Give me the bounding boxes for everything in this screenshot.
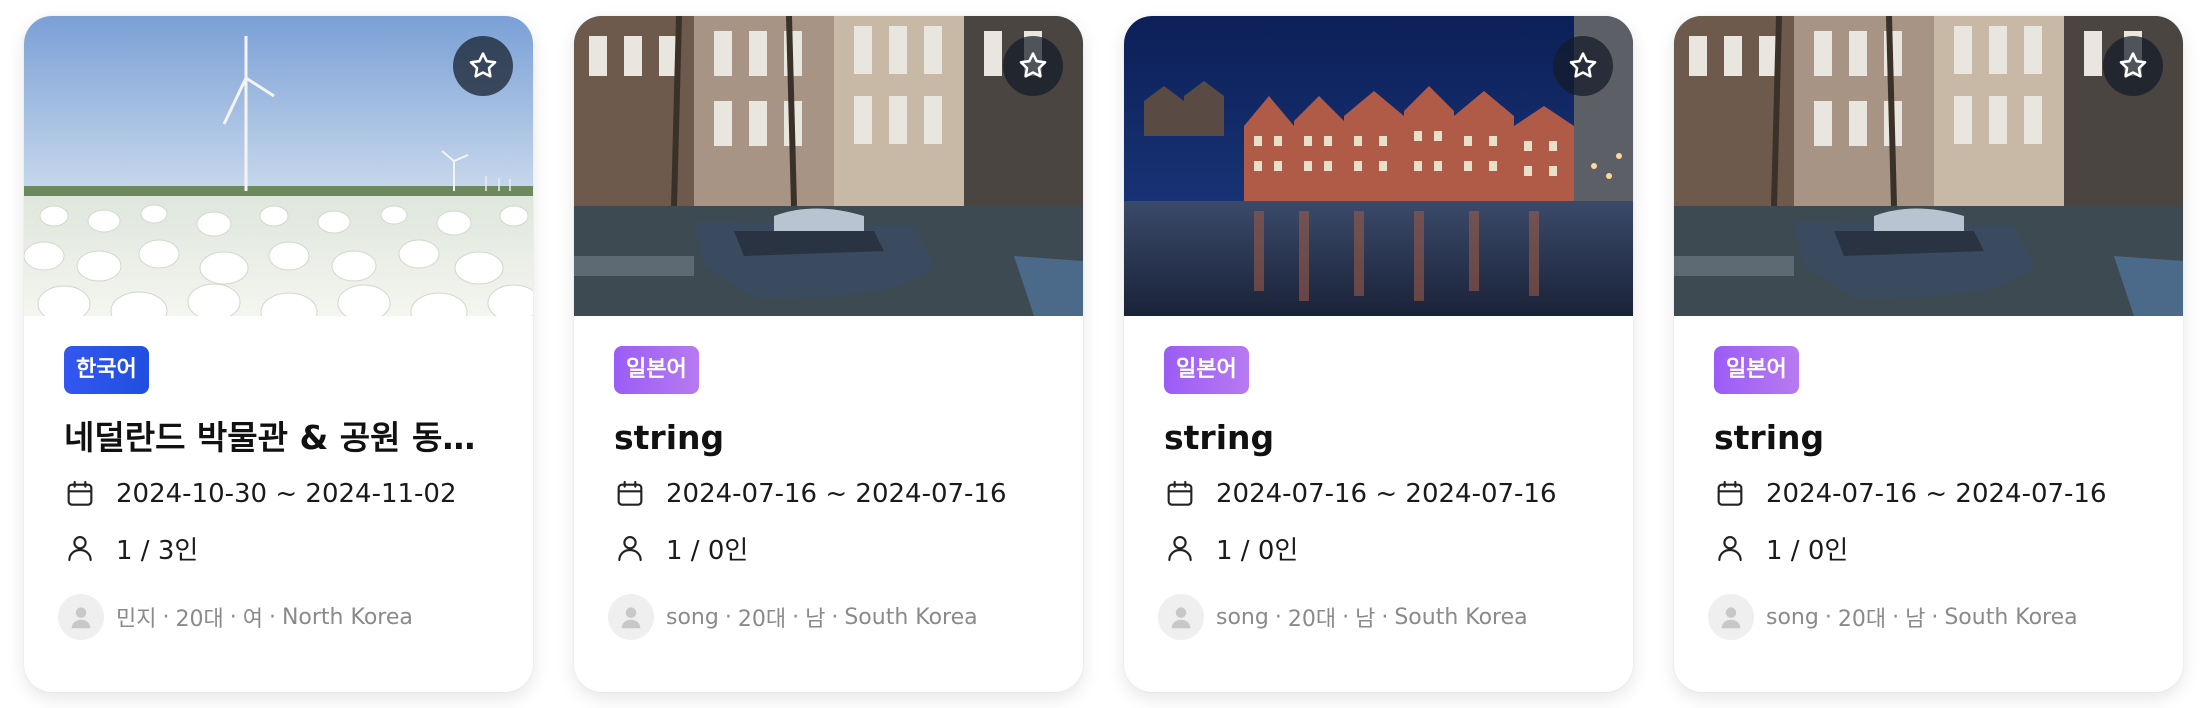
user-avatar-icon <box>1708 594 1754 640</box>
card-title: string <box>614 418 725 457</box>
host-country: North Korea <box>281 604 413 630</box>
card-title: string <box>1164 418 1275 457</box>
host-country: South Korea <box>844 604 978 630</box>
favorite-button[interactable] <box>453 36 513 96</box>
card-body: 일본어 string 2024-07-16 ~ 2024-07-16 1 / 0… <box>1674 316 2183 640</box>
person-icon <box>1164 532 1196 564</box>
date-row: 2024-07-16 ~ 2024-07-16 <box>1164 474 1593 514</box>
language-badge: 일본어 <box>1164 346 1249 394</box>
host-age: 20대 <box>737 607 787 632</box>
card-image <box>1674 16 2183 316</box>
star-icon <box>469 52 497 78</box>
participants-row: 1 / 0인 <box>1714 528 2143 568</box>
accompany-card[interactable]: 일본어 string 2024-07-16 ~ 2024-07-16 1 / 0… <box>574 16 1083 692</box>
accompany-card[interactable]: 일본어 string 2024-07-16 ~ 2024-07-16 1 / 0… <box>1674 16 2183 692</box>
card-image <box>574 16 1083 316</box>
card-body: 일본어 string 2024-07-16 ~ 2024-07-16 1 / 0… <box>1124 316 1633 640</box>
host-age: 20대 <box>175 607 224 632</box>
host-country: South Korea <box>1394 604 1528 630</box>
accompany-card[interactable]: 한국어 네덜란드 박물관 & 공원 동행 구해요 2024-10-30 ~ 20… <box>24 16 533 692</box>
host-country: South Korea <box>1944 604 2078 630</box>
date-range: 2024-10-30 ~ 2024-11-02 <box>116 479 457 509</box>
calendar-icon <box>614 478 646 510</box>
card-title: string <box>1714 418 1825 457</box>
host-age: 20대 <box>1287 607 1337 632</box>
calendar-icon <box>1164 478 1196 510</box>
host-gender: 남 <box>1905 607 1926 632</box>
host-info: 민지 · 20대 · 여 · North Korea <box>58 594 493 640</box>
card-image <box>1124 16 1633 316</box>
star-icon <box>1019 52 1047 78</box>
accompany-card[interactable]: 일본어 string 2024-07-16 ~ 2024-07-16 1 / 0… <box>1124 16 1633 692</box>
user-avatar-icon <box>608 594 654 640</box>
participants-row: 1 / 0인 <box>1164 528 1593 568</box>
host-name: song <box>666 604 719 630</box>
card-image <box>24 16 533 316</box>
host-age: 20대 <box>1837 607 1887 632</box>
participant-count: 1 / 0인 <box>666 535 749 566</box>
card-body: 한국어 네덜란드 박물관 & 공원 동행 구해요 2024-10-30 ~ 20… <box>24 316 533 640</box>
host-name: song <box>1216 604 1269 630</box>
favorite-button[interactable] <box>1003 36 1063 96</box>
date-range: 2024-07-16 ~ 2024-07-16 <box>1766 479 2107 509</box>
user-avatar-icon <box>58 594 104 640</box>
star-icon <box>2119 52 2147 78</box>
language-badge: 일본어 <box>1714 346 1799 394</box>
person-icon <box>1714 532 1746 564</box>
participants-row: 1 / 0인 <box>614 528 1043 568</box>
card-body: 일본어 string 2024-07-16 ~ 2024-07-16 1 / 0… <box>574 316 1083 640</box>
favorite-button[interactable] <box>1553 36 1613 96</box>
participants-row: 1 / 3인 <box>64 528 493 568</box>
language-badge: 한국어 <box>64 346 149 394</box>
date-row: 2024-07-16 ~ 2024-07-16 <box>1714 474 2143 514</box>
user-avatar-icon <box>1158 594 1204 640</box>
person-icon <box>64 532 96 564</box>
host-name: 민지 <box>116 607 157 632</box>
calendar-icon <box>1714 478 1746 510</box>
language-badge: 일본어 <box>614 346 699 394</box>
card-list: 한국어 네덜란드 박물관 & 공원 동행 구해요 2024-10-30 ~ 20… <box>24 16 2183 692</box>
host-gender: 여 <box>242 607 263 632</box>
date-range: 2024-07-16 ~ 2024-07-16 <box>1216 479 1557 509</box>
date-range: 2024-07-16 ~ 2024-07-16 <box>666 479 1007 509</box>
participant-count: 1 / 0인 <box>1766 535 1849 566</box>
host-gender: 남 <box>1355 607 1376 632</box>
host-info: song · 20대 · 남 · South Korea <box>1158 594 1593 640</box>
person-icon <box>614 532 646 564</box>
host-name: song <box>1766 604 1819 630</box>
date-row: 2024-10-30 ~ 2024-11-02 <box>64 474 493 514</box>
calendar-icon <box>64 478 96 510</box>
favorite-button[interactable] <box>2103 36 2163 96</box>
card-title: 네덜란드 박물관 & 공원 동행 구해요 <box>64 418 504 457</box>
host-gender: 남 <box>805 607 826 632</box>
participant-count: 1 / 3인 <box>116 535 199 566</box>
date-row: 2024-07-16 ~ 2024-07-16 <box>614 474 1043 514</box>
star-icon <box>1569 52 1597 78</box>
participant-count: 1 / 0인 <box>1216 535 1299 566</box>
host-info: song · 20대 · 남 · South Korea <box>608 594 1043 640</box>
host-info: song · 20대 · 남 · South Korea <box>1708 594 2143 640</box>
